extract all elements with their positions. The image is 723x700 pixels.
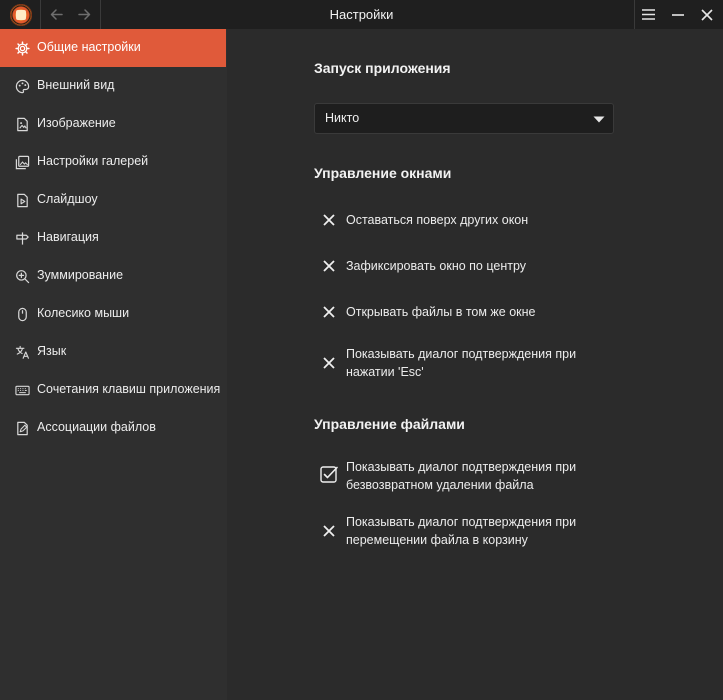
startup-section-title: Запуск приложения (314, 60, 451, 76)
sidebar-item-zoom[interactable]: Зуммирование (0, 257, 226, 295)
sidebar-item-label: Навигация (37, 230, 99, 244)
sidebar-item-label: Слайдшоу (37, 192, 98, 206)
palette-icon (14, 78, 30, 94)
sidebar-item-appearance[interactable]: Внешний вид (0, 67, 226, 105)
unchecked-x-icon (320, 303, 338, 321)
gear-icon (14, 40, 30, 56)
sidebar-item-label: Зуммирование (37, 268, 124, 282)
chevron-down-icon (593, 116, 605, 123)
sidebar-item-label: Общие настройки (37, 40, 141, 54)
option-confirm-permanent-delete[interactable]: Показывать диалог подтверждения при безв… (314, 458, 614, 494)
sidebar-item-mouse-wheel[interactable]: Колесико мыши (0, 295, 226, 333)
mouse-icon (14, 306, 30, 322)
option-confirm-recycle[interactable]: Показывать диалог подтверждения при пере… (314, 513, 614, 549)
option-label: Оставаться поверх других окон (346, 213, 529, 227)
close-button[interactable] (693, 0, 720, 29)
unchecked-x-icon (320, 257, 338, 275)
minimize-button[interactable] (664, 0, 691, 29)
menu-button[interactable] (635, 0, 662, 29)
unchecked-x-icon (320, 522, 338, 540)
minimize-icon (671, 13, 684, 16)
startup-dropdown[interactable]: Никто (314, 103, 614, 134)
sidebar-item-label: Сочетания клавиш приложения (37, 382, 221, 396)
file-association-icon (14, 420, 30, 436)
sidebar-item-slideshow[interactable]: Слайдшоу (0, 181, 226, 219)
sidebar-item-image[interactable]: Изображение (0, 105, 226, 143)
title-bar: Настройки (0, 0, 723, 29)
option-label: Показывать диалог подтверждения при нажа… (346, 347, 577, 379)
option-label: Показывать диалог подтверждения при пере… (346, 515, 577, 547)
sidebar-item-gallery[interactable]: Настройки галерей (0, 143, 226, 181)
sidebar-item-language[interactable]: Язык (0, 333, 226, 371)
sidebar-item-label: Ассоциации файлов (37, 420, 156, 434)
sidebar-item-shortcuts[interactable]: Сочетания клавиш приложения (0, 371, 226, 409)
sidebar-item-label: Внешний вид (37, 78, 115, 92)
option-label: Зафиксировать окно по центру (346, 259, 527, 273)
option-label: Открывать файлы в том же окне (346, 305, 536, 319)
option-confirm-esc[interactable]: Показывать диалог подтверждения при нажа… (314, 345, 614, 381)
unchecked-x-icon (320, 354, 338, 372)
sidebar: Общие настройки Внешний вид Изображение … (0, 29, 227, 700)
option-stay-on-top[interactable]: Оставаться поверх других окон (314, 211, 614, 229)
settings-content: Запуск приложения Никто Управление окнам… (227, 29, 723, 700)
window-title: Настройки (329, 7, 394, 22)
checkbox-checked-icon (319, 464, 339, 484)
sidebar-item-file-associations[interactable]: Ассоциации файлов (0, 409, 226, 447)
option-same-window[interactable]: Открывать файлы в том же окне (314, 303, 614, 321)
window-management-section-title: Управление окнами (314, 165, 452, 181)
dropdown-value: Никто (325, 111, 360, 125)
option-center-window[interactable]: Зафиксировать окно по центру (314, 257, 614, 275)
unchecked-x-icon (320, 211, 338, 229)
translate-icon (14, 344, 30, 360)
image-file-icon (14, 116, 30, 132)
sidebar-item-navigation[interactable]: Навигация (0, 219, 226, 257)
signpost-icon (14, 230, 30, 246)
option-label: Показывать диалог подтверждения при безв… (346, 460, 577, 492)
zoom-in-icon (14, 268, 30, 284)
file-management-section-title: Управление файлами (314, 416, 465, 432)
sidebar-item-label: Язык (37, 344, 67, 358)
sidebar-item-label: Настройки галерей (37, 154, 149, 168)
sidebar-item-label: Колесико мыши (37, 306, 130, 320)
slideshow-icon (14, 192, 30, 208)
gallery-icon (14, 154, 30, 170)
hamburger-menu-icon (642, 9, 655, 20)
sidebar-item-general[interactable]: Общие настройки (0, 29, 226, 67)
keyboard-icon (14, 382, 30, 398)
sidebar-item-label: Изображение (37, 116, 116, 130)
close-icon (700, 8, 713, 21)
